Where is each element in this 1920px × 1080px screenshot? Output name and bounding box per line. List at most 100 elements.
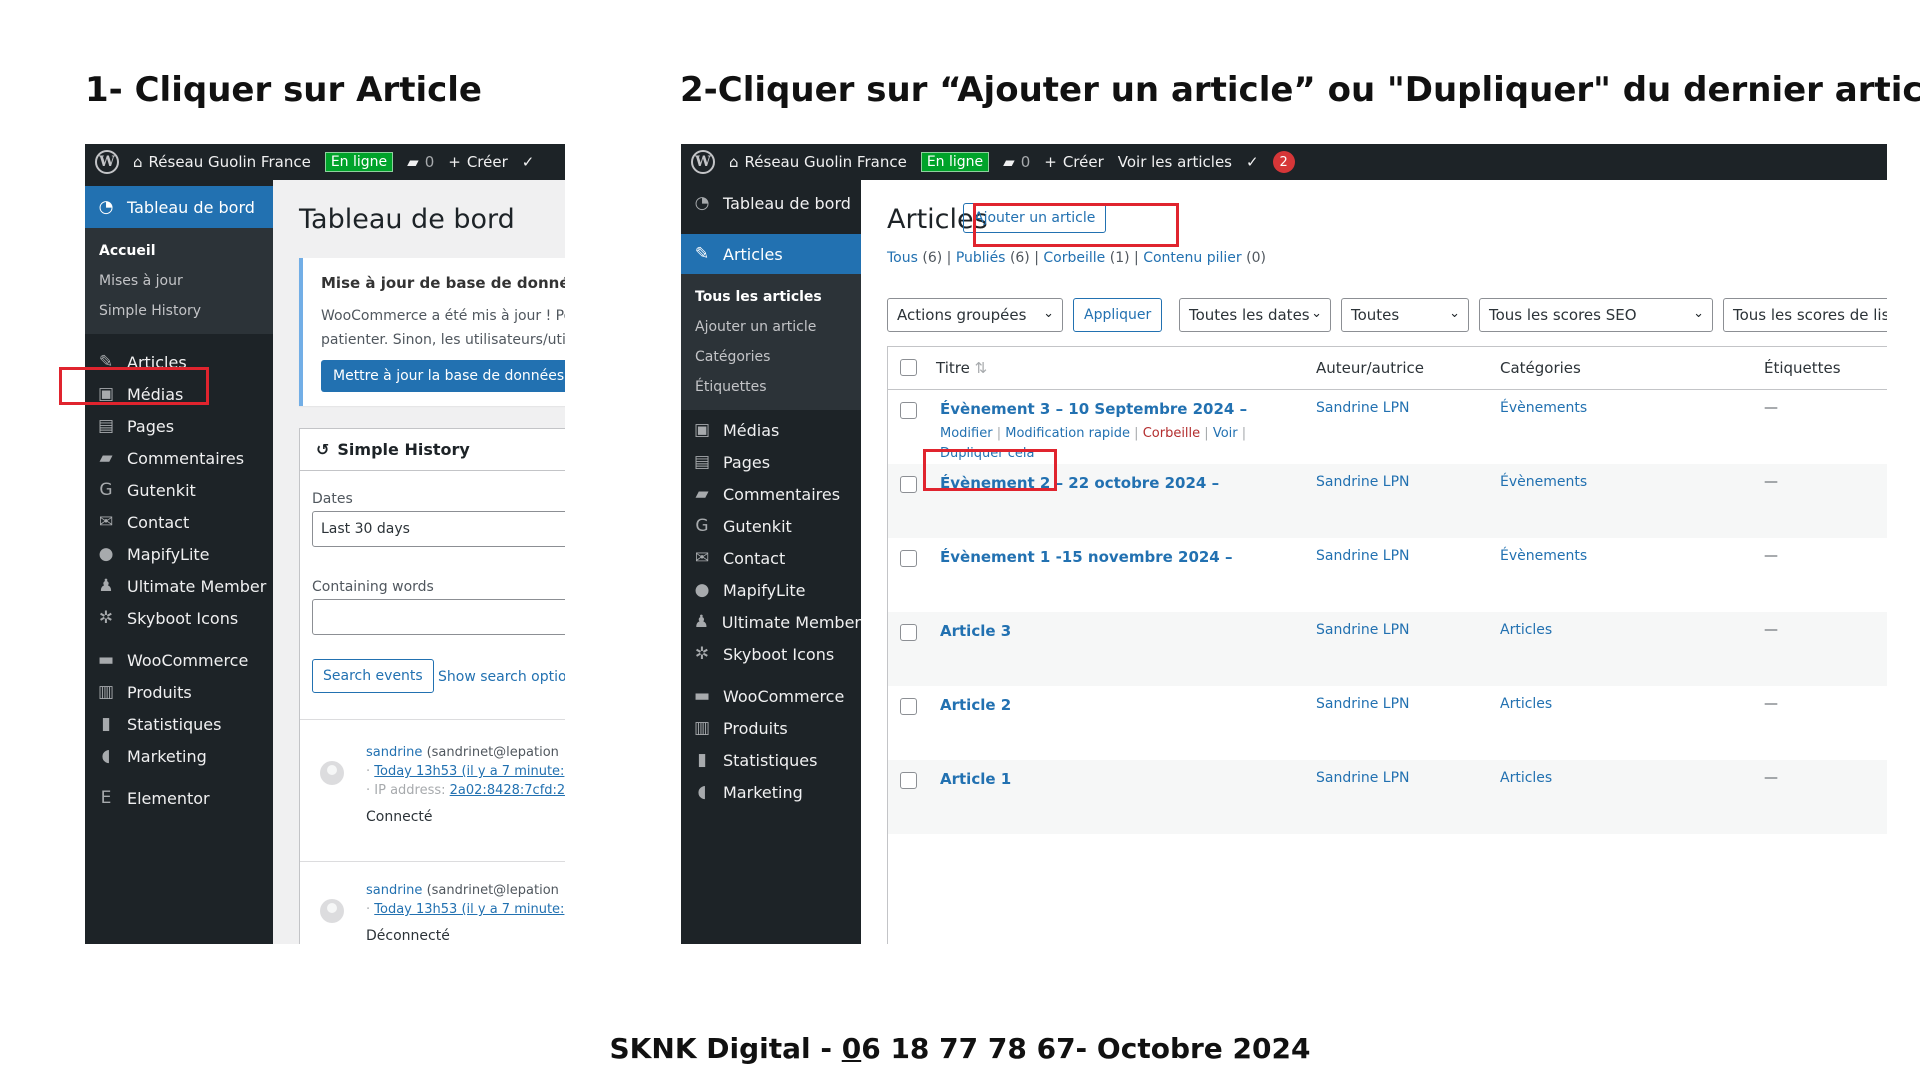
filter-published[interactable]: Publiés <box>956 250 1006 266</box>
submenu-home[interactable]: Accueil <box>85 236 273 266</box>
category-link[interactable]: Articles <box>1500 622 1552 638</box>
sidebar-item-woocommerce[interactable]: ▬ WooCommerce <box>85 644 273 676</box>
words-input[interactable] <box>312 599 565 635</box>
readability-select[interactable]: Tous les scores de lisi <box>1723 298 1887 332</box>
megaphone-icon: ◖ <box>101 746 111 766</box>
sidebar-item-articles[interactable]: ✎ Articles <box>681 234 861 274</box>
wordpress-logo-icon[interactable]: W <box>95 150 119 174</box>
quick-edit-link[interactable]: Modification rapide <box>1005 426 1130 441</box>
site-name-link[interactable]: ⌂ Réseau Guolin France <box>729 153 907 171</box>
article-title-link[interactable]: Article 3 <box>940 622 1011 640</box>
search-events-button[interactable]: Search events <box>312 659 434 693</box>
tags-cell: — <box>1764 622 1778 638</box>
site-name-link[interactable]: ⌂ Réseau Guolin France <box>133 153 311 171</box>
select-all-checkbox[interactable] <box>900 359 917 376</box>
update-database-button[interactable]: Mettre à jour la base de données W <box>321 360 565 392</box>
sidebar-item-pages[interactable]: ▤ Pages <box>681 446 861 478</box>
row-checkbox[interactable] <box>900 624 917 641</box>
article-title-link[interactable]: Article 2 <box>940 696 1011 714</box>
submenu-add-article[interactable]: Ajouter un article <box>681 312 861 342</box>
admin-bar: W ⌂ Réseau Guolin France En ligne ▰ 0 + Cré… <box>85 144 565 180</box>
article-title-link[interactable]: Évènement 3 – 10 Septembre 2024 – <box>940 400 1247 418</box>
sidebar-item-pages[interactable]: ▤ Pages <box>85 410 273 442</box>
sidebar-item-dashboard[interactable]: ◔ Tableau de bord <box>681 182 861 224</box>
sidebar-item-statistiques[interactable]: ▮ Statistiques <box>681 744 861 776</box>
edit-link[interactable]: Modifier <box>940 426 993 441</box>
category-link[interactable]: Évènements <box>1500 548 1587 564</box>
sidebar-item-elementor[interactable]: E Elementor <box>85 782 273 814</box>
submenu-tags[interactable]: Étiquettes <box>681 372 861 402</box>
submenu-all-articles[interactable]: Tous les articles <box>681 282 861 312</box>
filter-all[interactable]: Tous <box>887 250 918 266</box>
category-filter-select[interactable]: Toutes ⌄ <box>1341 298 1469 332</box>
sidebar-item-commentaires[interactable]: ▰ Commentaires <box>681 478 861 510</box>
view-link[interactable]: Voir <box>1213 426 1238 441</box>
sidebar-item-commentaires[interactable]: ▰ Commentaires <box>85 442 273 474</box>
author-link[interactable]: Sandrine LPN <box>1316 696 1410 712</box>
yoast-icon[interactable]: ✓ <box>522 153 535 171</box>
dates-filter-select[interactable]: Toutes les dates ⌄ <box>1179 298 1331 332</box>
row-checkbox[interactable] <box>900 402 917 419</box>
category-link[interactable]: Articles <box>1500 696 1552 712</box>
notification-badge[interactable]: 2 <box>1272 151 1295 173</box>
tags-cell: — <box>1764 770 1778 786</box>
create-link[interactable]: + Créer <box>448 153 508 171</box>
show-search-options-link[interactable]: Show search optio <box>438 669 565 685</box>
sidebar-item-mapifylite[interactable]: ● MapifyLite <box>681 574 861 606</box>
create-link[interactable]: + Créer <box>1044 153 1104 171</box>
author-link[interactable]: Sandrine LPN <box>1316 548 1410 564</box>
submenu-categories[interactable]: Catégories <box>681 342 861 372</box>
sidebar-item-gutenkit[interactable]: G Gutenkit <box>681 510 861 542</box>
notice-title: Mise à jour de base de données Wo <box>321 274 565 292</box>
trash-link[interactable]: Corbeille <box>1143 426 1200 441</box>
seo-score-select[interactable]: Tous les scores SEO ⌄ <box>1479 298 1713 332</box>
row-checkbox[interactable] <box>900 698 917 715</box>
author-link[interactable]: Sandrine LPN <box>1316 400 1410 416</box>
woo-icon: ▬ <box>693 686 711 706</box>
sidebar-item-marketing[interactable]: ◖ Marketing <box>85 740 273 772</box>
submenu-simple-history[interactable]: Simple History <box>85 296 273 326</box>
sidebar-item-dashboard[interactable]: ◔ Tableau de bord <box>85 186 273 228</box>
category-link[interactable]: Évènements <box>1500 400 1587 416</box>
sidebar-item-produits[interactable]: ▥ Produits <box>681 712 861 744</box>
sidebar-item-skyboot-icons[interactable]: ✲ Skyboot Icons <box>85 602 273 634</box>
category-link[interactable]: Évènements <box>1500 474 1587 490</box>
author-link[interactable]: Sandrine LPN <box>1316 622 1410 638</box>
comments-link[interactable]: ▰ 0 <box>1003 153 1030 171</box>
sidebar-item-contact[interactable]: ✉ Contact <box>681 542 861 574</box>
sidebar-item-contact[interactable]: ✉ Contact <box>85 506 273 538</box>
article-title-link[interactable]: Évènement 1 -15 novembre 2024 – <box>940 548 1232 566</box>
notice-text: WooCommerce a été mis à jour ! Pou patien… <box>321 308 565 348</box>
sidebar-item-ultimate-member[interactable]: ♟ Ultimate Member <box>85 570 273 602</box>
author-link[interactable]: Sandrine LPN <box>1316 474 1410 490</box>
sidebar-item-skyboot-icons[interactable]: ✲ Skyboot Icons <box>681 638 861 670</box>
comment-icon: ▰ <box>1003 153 1015 171</box>
submenu-updates[interactable]: Mises à jour <box>85 266 273 296</box>
row-checkbox[interactable] <box>900 772 917 789</box>
article-title-link[interactable]: Article 1 <box>940 770 1011 788</box>
online-badge: En ligne <box>920 152 990 172</box>
avatar <box>320 761 344 785</box>
sidebar-item-marketing[interactable]: ◖ Marketing <box>681 776 861 808</box>
author-link[interactable]: Sandrine LPN <box>1316 770 1410 786</box>
yoast-icon[interactable]: ✓ <box>1246 153 1259 171</box>
comments-link[interactable]: ▰ 0 <box>407 153 434 171</box>
sidebar-item-médias[interactable]: ▣ Médias <box>681 414 861 446</box>
column-title[interactable]: Titre ⇅ <box>936 347 987 389</box>
row-checkbox[interactable] <box>900 550 917 567</box>
sidebar-item-woocommerce[interactable]: ▬ WooCommerce <box>681 680 861 712</box>
view-posts-link[interactable]: Voir les articles <box>1118 153 1232 171</box>
sidebar-item-produits[interactable]: ▥ Produits <box>85 676 273 708</box>
sidebar-item-mapifylite[interactable]: ● MapifyLite <box>85 538 273 570</box>
sidebar-item-statistiques[interactable]: ▮ Statistiques <box>85 708 273 740</box>
bulk-actions-select[interactable]: Actions groupées ⌄ <box>887 298 1063 332</box>
sidebar-item-gutenkit[interactable]: G Gutenkit <box>85 474 273 506</box>
filter-trash[interactable]: Corbeille <box>1043 250 1105 266</box>
category-link[interactable]: Articles <box>1500 770 1552 786</box>
wordpress-logo-icon[interactable]: W <box>691 150 715 174</box>
row-checkbox[interactable] <box>900 476 917 493</box>
sidebar-item-ultimate-member[interactable]: ♟ Ultimate Member <box>681 606 861 638</box>
filter-cornerstone[interactable]: Contenu pilier <box>1143 250 1241 266</box>
dates-select[interactable]: Last 30 days <box>312 511 565 547</box>
apply-button[interactable]: Appliquer <box>1073 298 1163 332</box>
